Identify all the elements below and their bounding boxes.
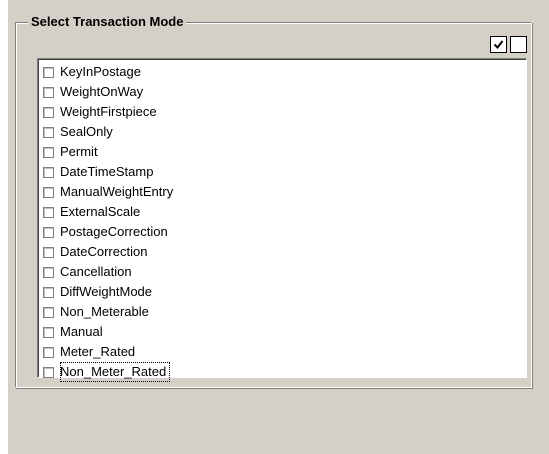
list-item[interactable]: PostageCorrection bbox=[43, 222, 173, 242]
list-item[interactable]: DiffWeightMode bbox=[43, 282, 173, 302]
checkbox[interactable] bbox=[43, 246, 54, 258]
list-item-label: WeightFirstpiece bbox=[60, 104, 157, 119]
checkbox[interactable] bbox=[43, 346, 54, 358]
list-item-label: DiffWeightMode bbox=[60, 284, 153, 299]
list-item[interactable]: Non_Meterable bbox=[43, 302, 173, 322]
checkbox[interactable] bbox=[43, 166, 54, 178]
list-item[interactable]: SealOnly bbox=[43, 122, 173, 142]
select-all-button[interactable] bbox=[490, 36, 507, 53]
checkbox[interactable] bbox=[43, 226, 54, 238]
empty-box-icon bbox=[512, 38, 525, 51]
list-item-label: Manual bbox=[60, 324, 103, 339]
list-item-label: KeyInPostage bbox=[60, 64, 141, 79]
checkbox[interactable] bbox=[43, 186, 54, 198]
checkbox[interactable] bbox=[43, 106, 54, 118]
checkbox[interactable] bbox=[43, 206, 54, 218]
list-item-label: DateCorrection bbox=[60, 244, 148, 259]
checkbox[interactable] bbox=[43, 266, 54, 278]
list-item-label: DateTimeStamp bbox=[60, 164, 154, 179]
list-item-label: Non_Meterable bbox=[60, 304, 149, 319]
list-item-label: Meter_Rated bbox=[60, 344, 136, 359]
list-item[interactable]: Non_Meter_Rated bbox=[43, 362, 173, 382]
transaction-mode-list[interactable]: KeyInPostage WeightOnWay WeightFirstpiece S… bbox=[37, 58, 527, 382]
list-item[interactable]: ExternalScale bbox=[43, 202, 173, 222]
checkbox[interactable] bbox=[43, 86, 54, 98]
list-item-label: ExternalScale bbox=[60, 204, 141, 219]
list-item[interactable]: Meter_Rated bbox=[43, 342, 173, 362]
checked-box-icon bbox=[493, 40, 504, 50]
list-item[interactable]: ManualWeightEntry bbox=[43, 182, 173, 202]
list-item[interactable]: Permit bbox=[43, 142, 173, 162]
list-item-label: PostageCorrection bbox=[60, 224, 168, 239]
list-item[interactable]: DateCorrection bbox=[43, 242, 173, 262]
checkbox[interactable] bbox=[43, 146, 54, 158]
group-title: Select Transaction Mode bbox=[28, 14, 187, 30]
list-item-label: WeightOnWay bbox=[60, 84, 144, 99]
checkbox[interactable] bbox=[43, 366, 54, 378]
list-item-label: Non_Meter_Rated bbox=[60, 362, 171, 382]
list-item[interactable]: KeyInPostage bbox=[43, 62, 173, 82]
list-item[interactable]: WeightOnWay bbox=[43, 82, 173, 102]
checkbox[interactable] bbox=[43, 286, 54, 298]
checkbox[interactable] bbox=[43, 126, 54, 138]
list-item-label: ManualWeightEntry bbox=[60, 184, 174, 199]
list-item-label: Permit bbox=[60, 144, 98, 159]
checkbox[interactable] bbox=[43, 326, 54, 338]
list-item[interactable]: DateTimeStamp bbox=[43, 162, 173, 182]
checkbox[interactable] bbox=[43, 66, 54, 78]
list-item[interactable]: Cancellation bbox=[43, 262, 173, 282]
list-item-label: Cancellation bbox=[60, 264, 132, 279]
list-item-label: SealOnly bbox=[60, 124, 113, 139]
checkbox[interactable] bbox=[43, 306, 54, 318]
list-item[interactable]: Manual bbox=[43, 322, 173, 342]
select-none-button[interactable] bbox=[510, 36, 527, 53]
list-item[interactable]: WeightFirstpiece bbox=[43, 102, 173, 122]
